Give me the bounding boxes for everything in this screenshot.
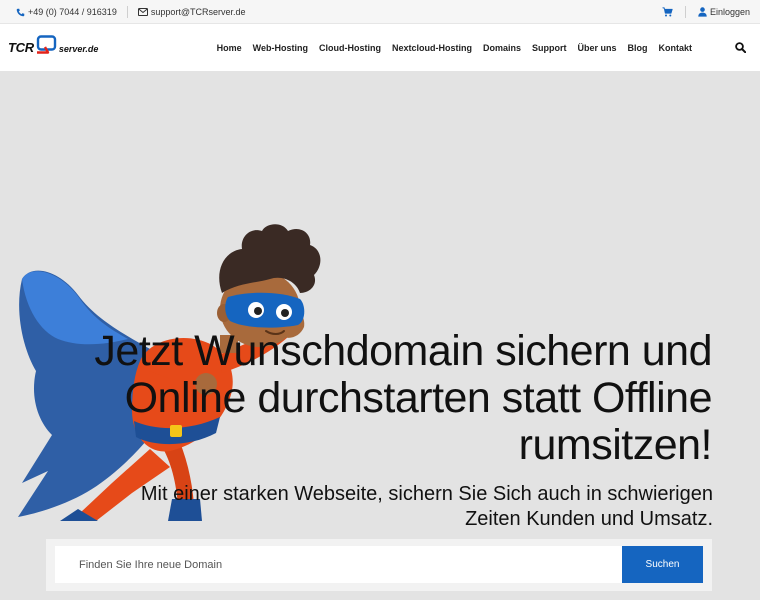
hero-subline: Mit einer starken Webseite, sichern Sie … [53,482,713,532]
nav-item-domains[interactable]: Domains [483,43,521,53]
subline-line: Zeiten Kunden und Umsatz. [465,508,713,530]
logo[interactable]: TCR server.de [8,34,98,60]
hero-section: Jetzt Wunschdomain sichern und Online du… [0,71,760,600]
contact-info: +49 (0) 7044 / 916319 support@TCRserver.… [16,0,246,24]
account-area: Einloggen [662,0,750,24]
nav-item-web-hosting[interactable]: Web-Hosting [253,43,308,53]
hero-headline: Jetzt Wunschdomain sichern und Online du… [32,328,712,469]
domain-search-button[interactable]: Suchen [622,546,703,583]
divider [126,6,128,18]
top-bar: +49 (0) 7044 / 916319 support@TCRserver.… [0,0,760,24]
headline-line: rumsitzen! [518,421,713,469]
domain-search-bar: Suchen [46,539,712,591]
main-nav: Home Web-Hosting Cloud-Hosting Nextcloud… [217,24,692,71]
headline-line: Jetzt Wunschdomain sichern und [94,327,712,375]
nav-item-blog[interactable]: Blog [628,43,648,53]
nav-item-nextcloud-hosting[interactable]: Nextcloud-Hosting [392,43,472,53]
login-label: Einloggen [709,7,750,17]
divider [684,6,686,18]
phone-number: +49 (0) 7044 / 916319 [28,7,117,17]
nav-item-support[interactable]: Support [532,43,567,53]
login-link[interactable]: Einloggen [698,7,750,17]
phone-icon [16,8,25,17]
search-icon[interactable] [735,40,747,58]
nav-item-kontakt[interactable]: Kontakt [659,43,693,53]
nav-item-cloud-hosting[interactable]: Cloud-Hosting [319,43,381,53]
nav-item-home[interactable]: Home [217,43,242,53]
phone-link[interactable]: +49 (0) 7044 / 916319 [16,7,117,17]
logo-mark-icon [36,34,58,60]
logo-brand: TCR [8,39,34,55]
subline-line: Mit einer starken Webseite, sichern Sie … [140,483,713,505]
user-icon [698,7,707,17]
nav-item-ueber-uns[interactable]: Über uns [577,43,616,53]
envelope-icon [137,8,148,16]
domain-search-input[interactable] [55,546,622,583]
email-address: support@TCRserver.de [150,7,246,17]
headline-line: Online durchstarten statt Offline [124,374,713,422]
email-link[interactable]: support@TCRserver.de [137,7,246,17]
main-header: TCR server.de Home Web-Hosting Cloud-Hos… [0,24,760,71]
cart-icon[interactable] [662,7,673,17]
logo-domain: server.de [58,44,99,54]
